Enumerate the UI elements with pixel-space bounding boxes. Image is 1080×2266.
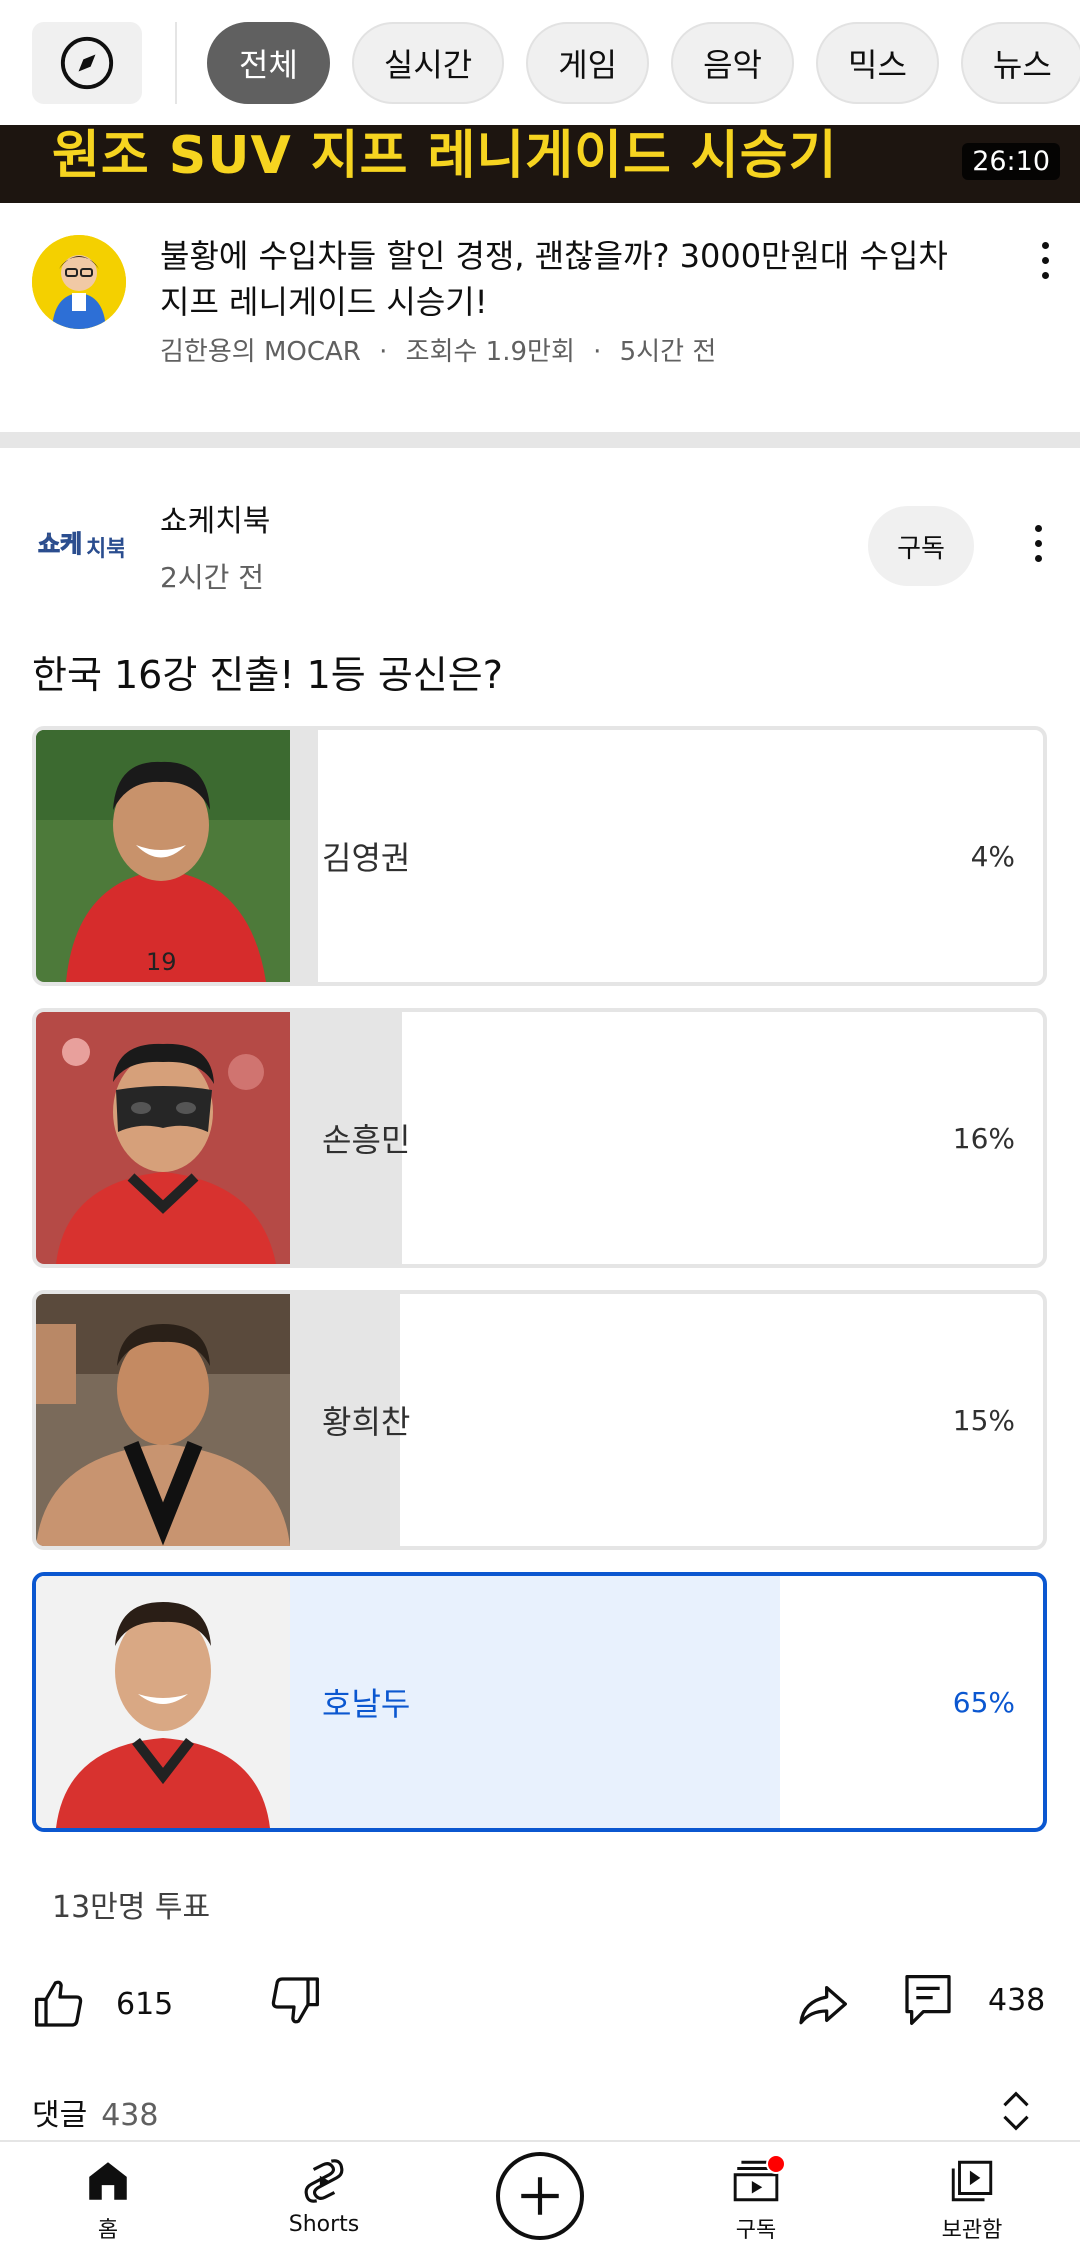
poll-option[interactable]: 19 김영권 4% xyxy=(32,726,1047,986)
subscribe-button[interactable]: 구독 xyxy=(868,506,974,586)
section-divider xyxy=(0,432,1080,448)
post-time: 2시간 전 xyxy=(160,561,264,594)
create-button[interactable] xyxy=(496,2152,584,2240)
comments-header[interactable]: 댓글 438 xyxy=(32,2090,158,2134)
like-button[interactable]: 615 xyxy=(32,1976,173,2032)
video-views: 조회수 1.9만회 xyxy=(405,337,575,367)
channel-avatar[interactable] xyxy=(32,235,126,329)
chip-mix[interactable]: 믹스 xyxy=(816,21,939,104)
meta-separator: · xyxy=(379,337,388,367)
nav-subscriptions-label: 구독 xyxy=(735,2218,777,2243)
comments-label: 댓글 xyxy=(32,2098,88,2133)
post-channel-name[interactable]: 쇼케치북 xyxy=(160,496,270,540)
post-channel-avatar[interactable]: 쇼케 치북 xyxy=(32,510,126,578)
dislike-button[interactable] xyxy=(266,1972,322,2028)
video-title[interactable]: 불황에 수입차들 할인 경쟁, 괜찮을까? 3000만원대 수입차 지프 레니게… xyxy=(160,233,960,325)
bottom-navigation: 홈 Shorts 구독 보관함 xyxy=(0,2140,1080,2266)
video-duration: 26:10 xyxy=(962,143,1060,180)
like-count: 615 xyxy=(116,1986,174,2022)
thumbs-up-icon xyxy=(35,1980,83,2027)
poll-option-percent: 16% xyxy=(952,1121,1015,1155)
nav-shorts[interactable]: Shorts xyxy=(234,2156,414,2237)
poll-option-label: 호날두 xyxy=(322,1685,411,1723)
chip-divider xyxy=(175,21,177,104)
chip-music[interactable]: 음악 xyxy=(671,21,794,104)
video-channel: 김한용의 MOCAR xyxy=(160,337,361,367)
channel-logo-icon: 쇼케 치북 xyxy=(38,530,125,563)
nav-library-label: 보관함 xyxy=(941,2218,1003,2243)
svg-text:19: 19 xyxy=(146,948,177,976)
thumbnail-text: 원조 SUV 지프 레니게이드 시승기 xyxy=(52,126,838,186)
video-time: 5시간 전 xyxy=(619,337,717,367)
video-meta: 김한용의 MOCAR · 조회수 1.9만회 · 5시간 전 xyxy=(160,331,716,368)
nav-shorts-label: Shorts xyxy=(288,2212,360,2237)
home-icon xyxy=(89,2162,127,2200)
poll-option[interactable]: 손흥민 16% xyxy=(32,1008,1047,1268)
poll-option-percent: 4% xyxy=(970,839,1015,873)
more-vert-icon xyxy=(1041,241,1049,249)
nav-subscriptions[interactable]: 구독 xyxy=(666,2156,846,2244)
poll-option-label: 손흥민 xyxy=(322,1121,411,1159)
chip-news[interactable]: 뉴스 xyxy=(960,21,1080,104)
compass-icon xyxy=(60,36,114,89)
library-icon xyxy=(951,2160,993,2202)
poll-result-bar xyxy=(290,730,318,982)
poll-option-percent: 15% xyxy=(952,1403,1015,1437)
svg-text:치북: 치북 xyxy=(86,537,124,562)
post-more-button[interactable] xyxy=(1018,513,1058,573)
thumbs-down-icon xyxy=(271,1977,319,2024)
nav-home[interactable]: 홈 xyxy=(18,2156,198,2244)
nav-library[interactable]: 보관함 xyxy=(882,2156,1062,2244)
meta-separator: · xyxy=(593,337,602,367)
poll-option-label: 김영권 xyxy=(322,839,411,877)
video-thumbnail[interactable]: 원조 SUV 지프 레니게이드 시승기 26:10 xyxy=(0,125,1080,203)
share-icon xyxy=(799,1986,847,2025)
poll-option-percent: 65% xyxy=(952,1685,1015,1719)
comment-icon xyxy=(905,1975,951,2025)
chip-gaming[interactable]: 게임 xyxy=(526,21,650,104)
svg-text:쇼케: 쇼케 xyxy=(38,530,82,558)
plus-icon xyxy=(521,2177,559,2215)
more-vert-icon xyxy=(1034,524,1042,532)
poll-option[interactable]: 황희찬 15% xyxy=(32,1290,1047,1550)
chip-live[interactable]: 실시간 xyxy=(351,21,505,104)
player-photo xyxy=(36,1012,290,1264)
player-photo: 19 xyxy=(36,730,290,982)
video-info-row: 불황에 수입차들 할인 경쟁, 괜찮을까? 3000만원대 수입차 지프 레니게… xyxy=(0,203,1080,431)
expand-icon[interactable] xyxy=(996,2086,1036,2136)
poll-option-label: 황희찬 xyxy=(322,1403,411,1441)
video-more-button[interactable] xyxy=(1025,230,1065,290)
comments-header-count: 438 xyxy=(101,2098,159,2133)
notification-dot xyxy=(766,2154,786,2174)
player-photo xyxy=(36,1294,290,1546)
category-chip-bar: 전체 실시간 게임 음악 믹스 뉴스 스 xyxy=(0,0,1080,125)
shorts-icon xyxy=(304,2159,344,2203)
comment-count: 438 xyxy=(988,1982,1046,2018)
player-photo xyxy=(36,1576,290,1828)
nav-home-label: 홈 xyxy=(97,2218,119,2243)
poll-question: 한국 16강 진출! 1등 공신은? xyxy=(32,653,503,697)
share-button[interactable] xyxy=(794,1976,850,2032)
poll-option-selected[interactable]: 호날두 65% xyxy=(32,1572,1047,1832)
explore-button[interactable] xyxy=(32,21,142,104)
poll-vote-count: 13만명 투표 xyxy=(52,1890,211,1925)
comments-button[interactable]: 438 xyxy=(902,1972,1045,2028)
chip-all[interactable]: 전체 xyxy=(207,21,330,104)
